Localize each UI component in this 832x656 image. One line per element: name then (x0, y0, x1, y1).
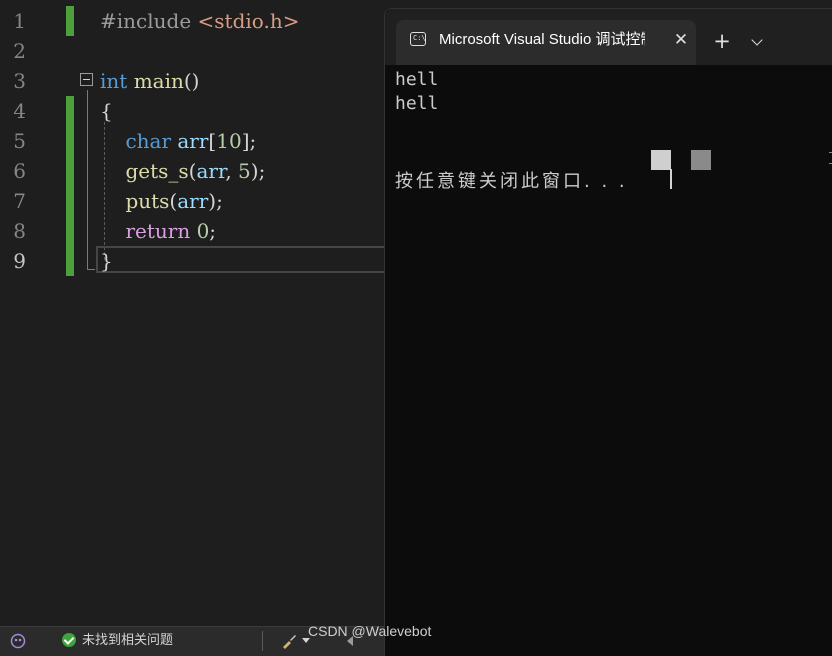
brace: { (100, 99, 113, 123)
code-line[interactable]: 2 (0, 36, 384, 66)
include-path: <stdio.h> (197, 9, 300, 33)
code-text: gets_s(arr, 5); (100, 156, 265, 186)
change-indicator (66, 96, 74, 126)
code-text: #include <stdio.h> (100, 6, 299, 36)
code-line[interactable]: 9 } (0, 246, 384, 276)
variable: arr (177, 129, 209, 153)
keyword: int (100, 69, 128, 93)
punctuation: ]; (241, 129, 257, 153)
code-line[interactable]: 4 { (0, 96, 384, 126)
brush-icon[interactable] (280, 632, 298, 650)
check-icon[interactable] (62, 633, 76, 647)
code-text: int main() (100, 66, 199, 96)
preprocessor: #include (100, 9, 198, 33)
text-cursor (670, 169, 672, 189)
close-icon[interactable]: ✕ (671, 30, 691, 50)
copilot-icon[interactable] (10, 633, 26, 649)
change-indicator (66, 216, 74, 246)
punctuation: ); (208, 189, 223, 213)
line-number: 8 (13, 219, 26, 243)
code-line[interactable]: 7 puts(arr); (0, 186, 384, 216)
change-indicator (66, 156, 74, 186)
punctuation: , (225, 159, 239, 183)
tab-title: Microsoft Visual Studio 调试控制台 (439, 31, 645, 48)
number: 0 (196, 219, 210, 243)
line-number: 5 (13, 129, 26, 153)
punctuation: ); (250, 159, 266, 183)
function-name: gets_s (125, 159, 189, 183)
code-line[interactable]: 1 #include <stdio.h> (0, 6, 384, 36)
function-name: main (133, 69, 184, 93)
issues-status[interactable]: 未找到相关问题 (82, 632, 173, 650)
code-editor[interactable]: 1 #include <stdio.h> 2 3 int main() 4 { … (0, 0, 384, 626)
console-output-line: hell (395, 69, 439, 90)
terminal-window[interactable]: C:\ Microsoft Visual Studio 调试控制台 ✕ + he… (384, 8, 832, 656)
line-number: 4 (13, 99, 26, 123)
ime-indicator (651, 150, 671, 170)
ime-indicator (691, 150, 711, 170)
keyword: return (125, 219, 191, 243)
change-indicator (66, 246, 74, 276)
variable: arr (177, 189, 209, 213)
code-text: { (100, 96, 113, 126)
line-number: 2 (13, 39, 26, 63)
code-line[interactable]: 6 gets_s(arr, 5); (0, 156, 384, 186)
keyword: char (125, 129, 172, 153)
line-number: 1 (13, 9, 26, 33)
number: 10 (216, 129, 242, 153)
function-name: puts (125, 189, 170, 213)
terminal-tab[interactable]: C:\ Microsoft Visual Studio 调试控制台 ✕ (396, 20, 696, 65)
code-line[interactable]: 8 return 0; (0, 216, 384, 246)
variable: arr (196, 159, 226, 183)
code-text: char arr[10]; (100, 126, 256, 156)
line-number: 6 (13, 159, 26, 183)
code-text: puts(arr); (100, 186, 223, 216)
code-line[interactable]: 5 char arr[10]; (0, 126, 384, 156)
line-number: 3 (13, 69, 26, 93)
code-line[interactable]: 3 int main() (0, 66, 384, 96)
console-output-line: hell (395, 93, 439, 114)
line-number: 7 (13, 189, 26, 213)
watermark: CSDN @Walevebot (308, 623, 432, 639)
terminal-titlebar: C:\ Microsoft Visual Studio 调试控制台 ✕ + (385, 9, 832, 65)
change-indicator (66, 126, 74, 156)
change-indicator (66, 6, 74, 36)
punctuation: () (183, 69, 200, 93)
number: 5 (238, 159, 251, 183)
console-prompt: 按任意键关闭此窗口. . . (395, 171, 628, 192)
terminal-icon: C:\ (410, 32, 426, 46)
punctuation: ; (209, 219, 217, 243)
new-tab-button[interactable]: + (711, 30, 733, 52)
change-indicator (66, 186, 74, 216)
brace: } (100, 249, 113, 273)
line-number: 9 (13, 249, 26, 273)
chevron-down-icon[interactable] (751, 34, 763, 46)
code-text: } (100, 246, 113, 276)
code-text: return 0; (100, 216, 216, 246)
separator (262, 631, 263, 651)
